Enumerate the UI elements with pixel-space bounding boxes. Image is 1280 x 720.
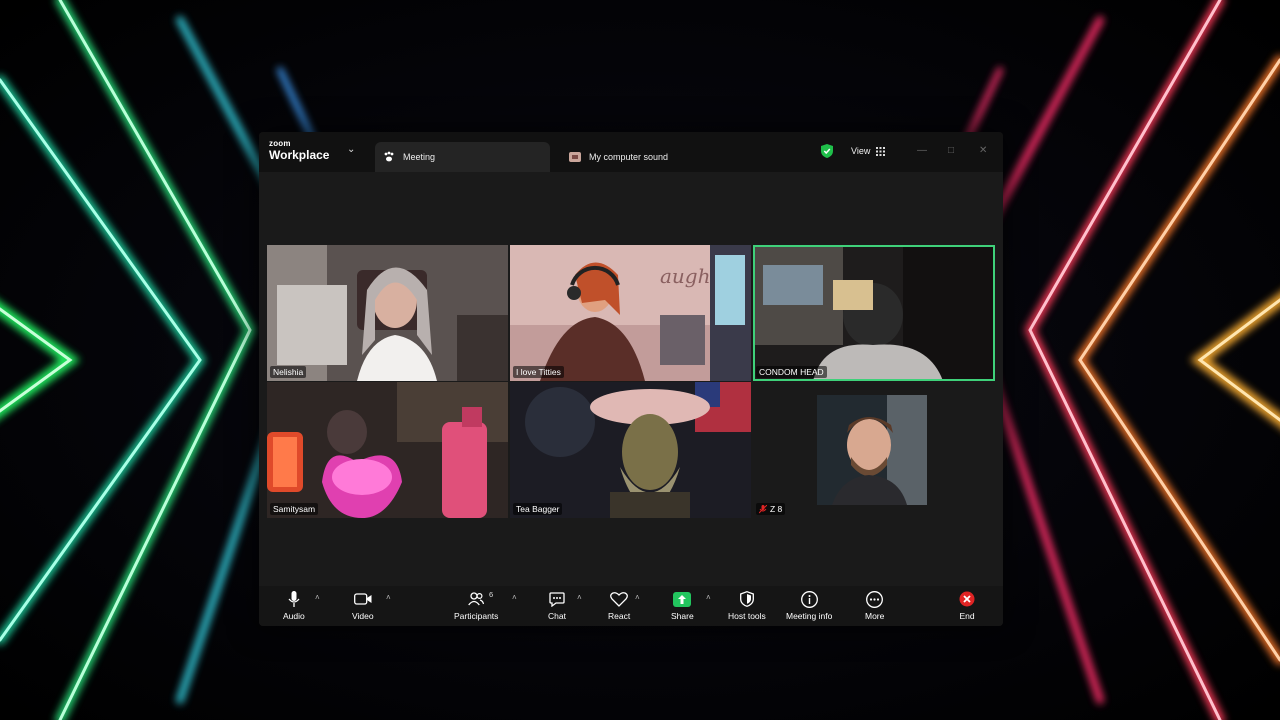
chat-bubble-icon	[549, 589, 565, 609]
microphone-icon	[288, 589, 300, 609]
participant-name: I love Titties	[513, 366, 564, 378]
react-label: React	[608, 611, 631, 621]
view-button[interactable]: View	[821, 144, 886, 158]
svg-text:augh: augh	[660, 264, 711, 288]
view-label: View	[851, 146, 871, 156]
participant-video: augh	[510, 245, 751, 381]
sound-share-icon	[569, 152, 581, 162]
video-options-caret[interactable]: ˄	[386, 593, 391, 602]
zoom-workplace-logo[interactable]: zoom Workplace	[269, 139, 330, 162]
participant-name-text: Z 8	[770, 504, 783, 514]
participant-name: Tea Bagger	[513, 503, 563, 515]
brand-top: zoom	[269, 139, 291, 148]
title-bar: zoom Workplace ⌄ Meeting My computer sou…	[259, 132, 1003, 172]
video-tile-active-speaker[interactable]: CONDOM HEAD	[753, 245, 995, 381]
heart-icon	[610, 589, 629, 609]
info-icon	[800, 589, 818, 609]
end-call-icon	[959, 589, 975, 609]
brand-bottom: Workplace	[269, 148, 330, 162]
tab-meeting[interactable]: Meeting	[375, 142, 550, 172]
host-tools-label: Host tools	[728, 611, 766, 621]
shield-check-icon	[821, 144, 833, 158]
tab-computer-sound-label: My computer sound	[589, 152, 669, 162]
close-icon[interactable]: ✕	[979, 145, 987, 156]
react-button[interactable]: React	[608, 589, 630, 621]
participants-options-caret[interactable]: ˄	[512, 593, 517, 602]
grid-icon	[876, 146, 886, 156]
video-button[interactable]: Video	[352, 589, 374, 621]
react-options-caret[interactable]: ˄	[635, 593, 640, 602]
participant-name: Samitysam	[270, 503, 319, 515]
meeting-info-label: Meeting info	[786, 611, 833, 621]
shield-icon	[739, 589, 754, 609]
participant-video	[817, 395, 927, 505]
chat-button[interactable]: Chat	[548, 589, 566, 621]
participant-video	[510, 382, 751, 518]
minimize-icon[interactable]: —	[917, 145, 927, 156]
more-label: More	[865, 611, 885, 621]
share-button[interactable]: Share	[671, 589, 694, 621]
more-dots-icon	[866, 589, 884, 609]
more-button[interactable]: More	[865, 589, 884, 621]
audio-label: Audio	[283, 611, 305, 621]
video-tile[interactable]: Nelishia	[267, 245, 508, 381]
video-tile[interactable]: augh I love Titties	[510, 245, 751, 381]
video-tile[interactable]: Samitysam	[267, 382, 508, 518]
participant-video	[267, 382, 508, 518]
zoom-window: zoom Workplace ⌄ Meeting My computer sou…	[259, 132, 1003, 626]
video-gallery: Nelishia augh I love Titties CONDOM HEAD…	[259, 172, 1003, 586]
meeting-info-button[interactable]: Meeting info	[786, 589, 832, 621]
video-camera-icon	[353, 589, 372, 609]
video-tile[interactable]: Tea Bagger	[510, 382, 751, 518]
share-label: Share	[671, 611, 694, 621]
end-button[interactable]: End	[959, 589, 975, 621]
audio-button[interactable]: Audio	[283, 589, 305, 621]
chat-label: Chat	[548, 611, 566, 621]
maximize-icon[interactable]: □	[948, 145, 954, 156]
video-label: Video	[352, 611, 374, 621]
mic-muted-icon	[759, 504, 767, 514]
audio-options-caret[interactable]: ˄	[315, 593, 320, 602]
host-tools-button[interactable]: Host tools	[728, 589, 766, 621]
paw-icon	[383, 151, 395, 163]
end-label: End	[959, 611, 975, 621]
tab-computer-sound[interactable]: My computer sound	[569, 142, 668, 172]
share-screen-icon	[673, 589, 692, 609]
chat-options-caret[interactable]: ˄	[577, 593, 582, 602]
video-tile[interactable]: Z 8	[753, 382, 995, 518]
meeting-toolbar: Audio ˄ Video ˄ Participants 6 ˄ Chat ˄	[259, 586, 1003, 626]
tab-meeting-label: Meeting	[403, 152, 436, 162]
participants-icon	[468, 589, 485, 609]
share-options-caret[interactable]: ˄	[706, 593, 711, 602]
participant-video	[267, 245, 508, 381]
participants-label: Participants	[454, 611, 499, 621]
participant-video	[753, 245, 995, 381]
chevron-down-icon[interactable]: ⌄	[347, 144, 355, 155]
participant-name: CONDOM HEAD	[756, 366, 827, 378]
participant-name: Nelishia	[270, 366, 307, 378]
participant-name-muted: Z 8	[756, 503, 786, 515]
participants-count: 6	[489, 590, 494, 599]
